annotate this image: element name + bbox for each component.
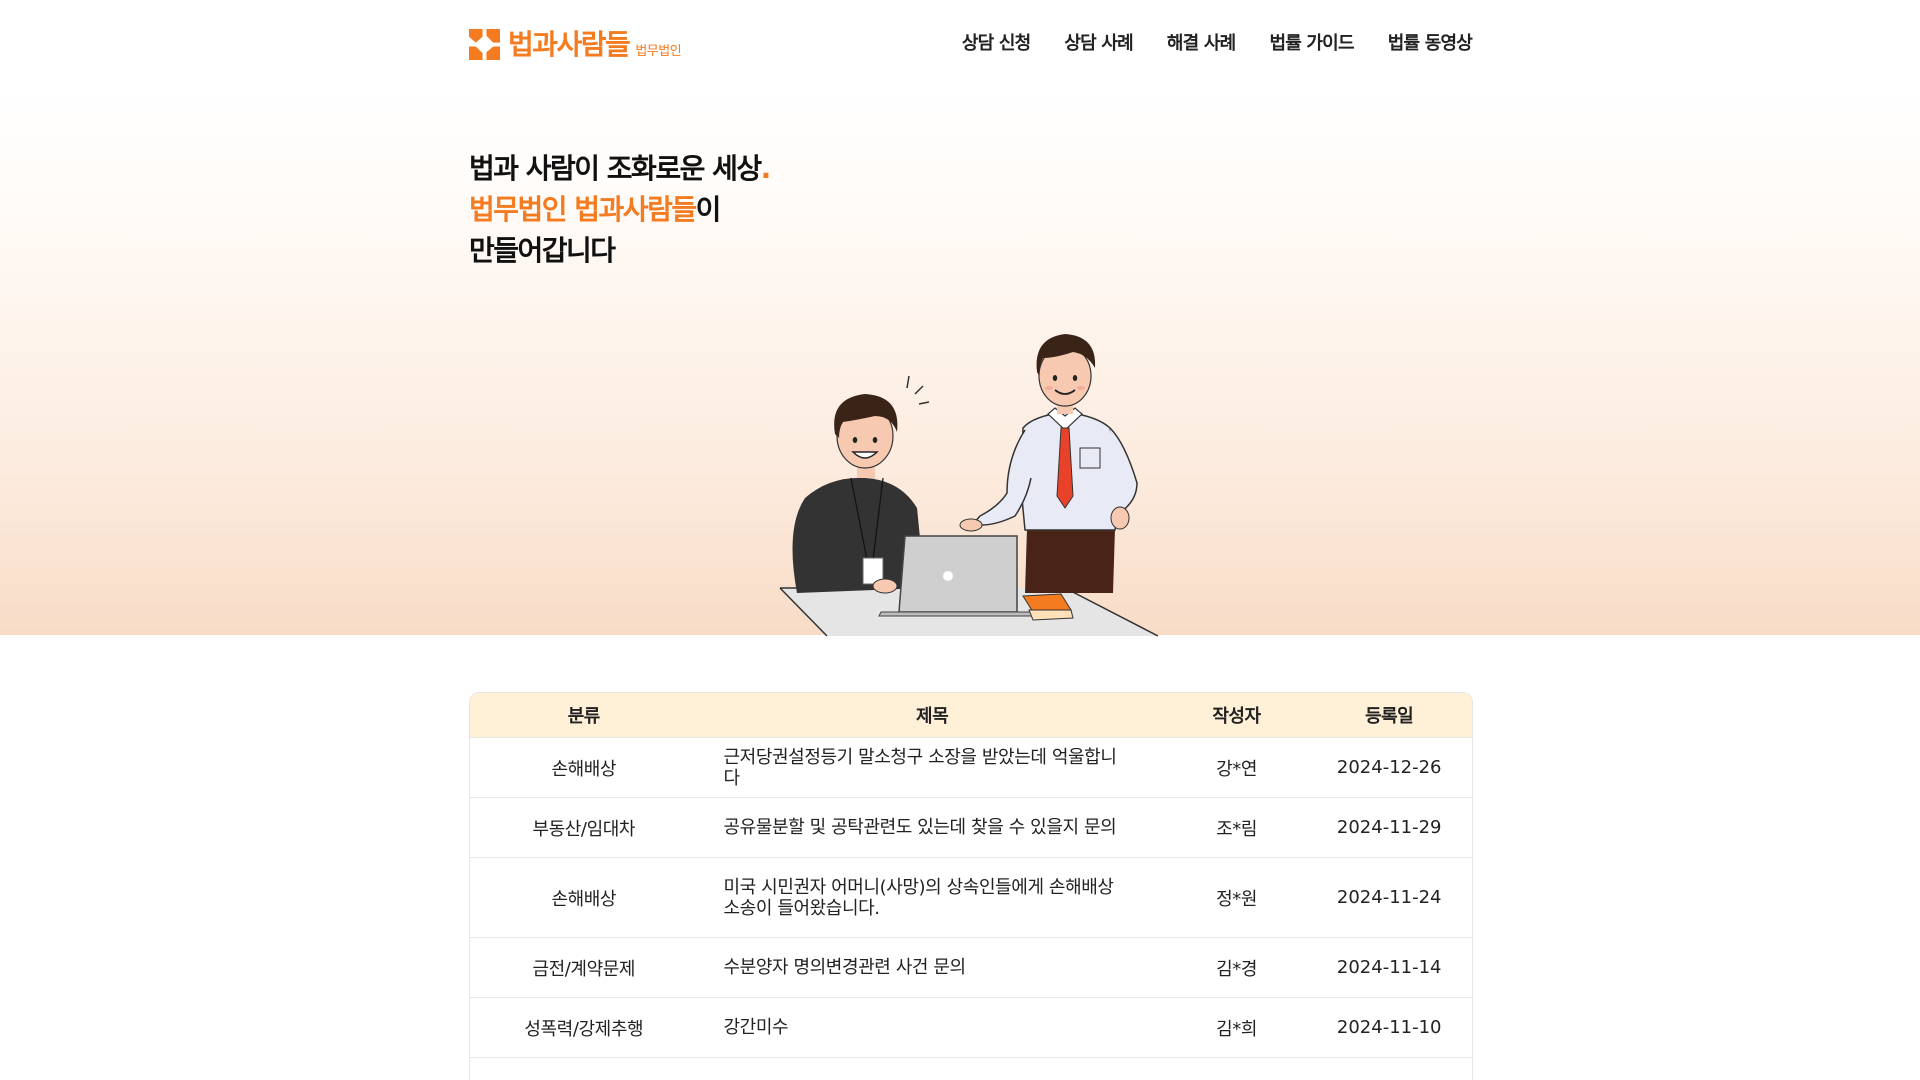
hero-heading: 법과 사람이 조화로운 세상. 법무법인 법과사람들이 만들어갑니다 xyxy=(469,148,772,271)
table-row[interactable] xyxy=(470,1057,1472,1080)
table-row[interactable]: 손해배상 미국 시민권자 어머니(사망)의 상속인들에게 손해배상 소송이 들어… xyxy=(470,857,1472,937)
board-header: 분류 제목 작성자 등록일 xyxy=(470,693,1472,737)
row-title[interactable]: 강간미수 xyxy=(698,1017,1167,1038)
hero-highlight: 법무법인 법과사람들 xyxy=(469,193,697,226)
hero-line-1-text: 법과 사람이 조화로운 세상 xyxy=(469,152,762,185)
header-category: 분류 xyxy=(567,706,601,727)
header-title: 제목 xyxy=(916,706,949,727)
row-date: 2024-11-29 xyxy=(1336,817,1442,838)
row-date: 2024-11-14 xyxy=(1336,957,1442,978)
logo-name: 법과사람들 xyxy=(508,28,631,61)
row-writer: 정*원 xyxy=(1216,888,1257,910)
nav-consult-cases[interactable]: 상담 사례 xyxy=(1064,30,1133,58)
row-title[interactable]: 수분양자 명의변경관련 사건 문의 xyxy=(698,957,1167,978)
hero-banner: 법과 사람이 조화로운 세상. 법무법인 법과사람들이 만들어갑니다 xyxy=(0,90,1920,637)
row-category: 금전/계약문제 xyxy=(532,958,636,980)
header-writer: 작성자 xyxy=(1212,706,1261,727)
row-date: 2024-11-10 xyxy=(1336,1017,1442,1038)
row-date: 2024-11-24 xyxy=(1336,887,1442,908)
hero-line-3: 만들어갑니다 xyxy=(469,234,616,267)
row-category: 손해배상 xyxy=(551,888,617,910)
row-category: 부동산/임대차 xyxy=(532,818,636,840)
nav-resolved-cases[interactable]: 해결 사례 xyxy=(1167,30,1236,58)
consult-board: 분류 제목 작성자 등록일 손해배상 근저당권설정등기 말소청구 소장을 받았는… xyxy=(469,692,1473,1080)
hero-line-2: 법무법인 법과사람들이 xyxy=(469,189,770,230)
site-header: 법과사람들 법무법인 상담 신청 상담 사례 해결 사례 법률 가이드 법률 동… xyxy=(0,0,1920,90)
nav-legal-videos[interactable]: 법률 동영상 xyxy=(1388,30,1473,58)
nav-legal-guide[interactable]: 법률 가이드 xyxy=(1269,30,1354,58)
nav-consult-apply[interactable]: 상담 신청 xyxy=(962,30,1031,58)
row-title[interactable]: 미국 시민권자 어머니(사망)의 상속인들에게 손해배상 소송이 들어왔습니다. xyxy=(698,877,1167,919)
row-title[interactable]: 공유물분할 및 공탁관련도 있는데 찾을 수 있을지 문의 xyxy=(698,817,1167,838)
logo-icon xyxy=(469,29,500,60)
table-row[interactable]: 손해배상 근저당권설정등기 말소청구 소장을 받았는데 억울합니다 강*연 20… xyxy=(470,737,1472,797)
row-title[interactable]: 근저당권설정등기 말소청구 소장을 받았는데 억울합니다 xyxy=(698,747,1167,789)
row-category: 손해배상 xyxy=(551,758,617,780)
row-date: 2024-12-26 xyxy=(1336,757,1442,778)
table-row[interactable]: 부동산/임대차 공유물분할 및 공탁관련도 있는데 찾을 수 있을지 문의 조*… xyxy=(470,797,1472,857)
main-nav: 상담 신청 상담 사례 해결 사례 법률 가이드 법률 동영상 xyxy=(962,30,1473,58)
hero-line-2-rest: 이 xyxy=(695,193,722,226)
hero-line-1: 법과 사람이 조화로운 세상. xyxy=(469,148,772,189)
logo-link[interactable]: 법과사람들 법무법인 xyxy=(469,26,682,62)
row-writer: 조*림 xyxy=(1216,818,1257,840)
row-writer: 김*희 xyxy=(1216,1018,1257,1040)
hero-dot: . xyxy=(760,152,772,185)
logo-subtitle: 법무법인 xyxy=(635,44,682,59)
table-row[interactable]: 성폭력/강제추행 강간미수 김*희 2024-11-10 xyxy=(470,997,1472,1057)
table-row[interactable]: 금전/계약문제 수분양자 명의변경관련 사건 문의 김*경 2024-11-14 xyxy=(470,937,1472,997)
row-category: 성폭력/강제추행 xyxy=(524,1018,644,1040)
row-writer: 강*연 xyxy=(1216,758,1257,780)
row-writer: 김*경 xyxy=(1216,958,1257,980)
header-date: 등록일 xyxy=(1365,706,1414,727)
consultation-illustration xyxy=(779,334,1159,637)
